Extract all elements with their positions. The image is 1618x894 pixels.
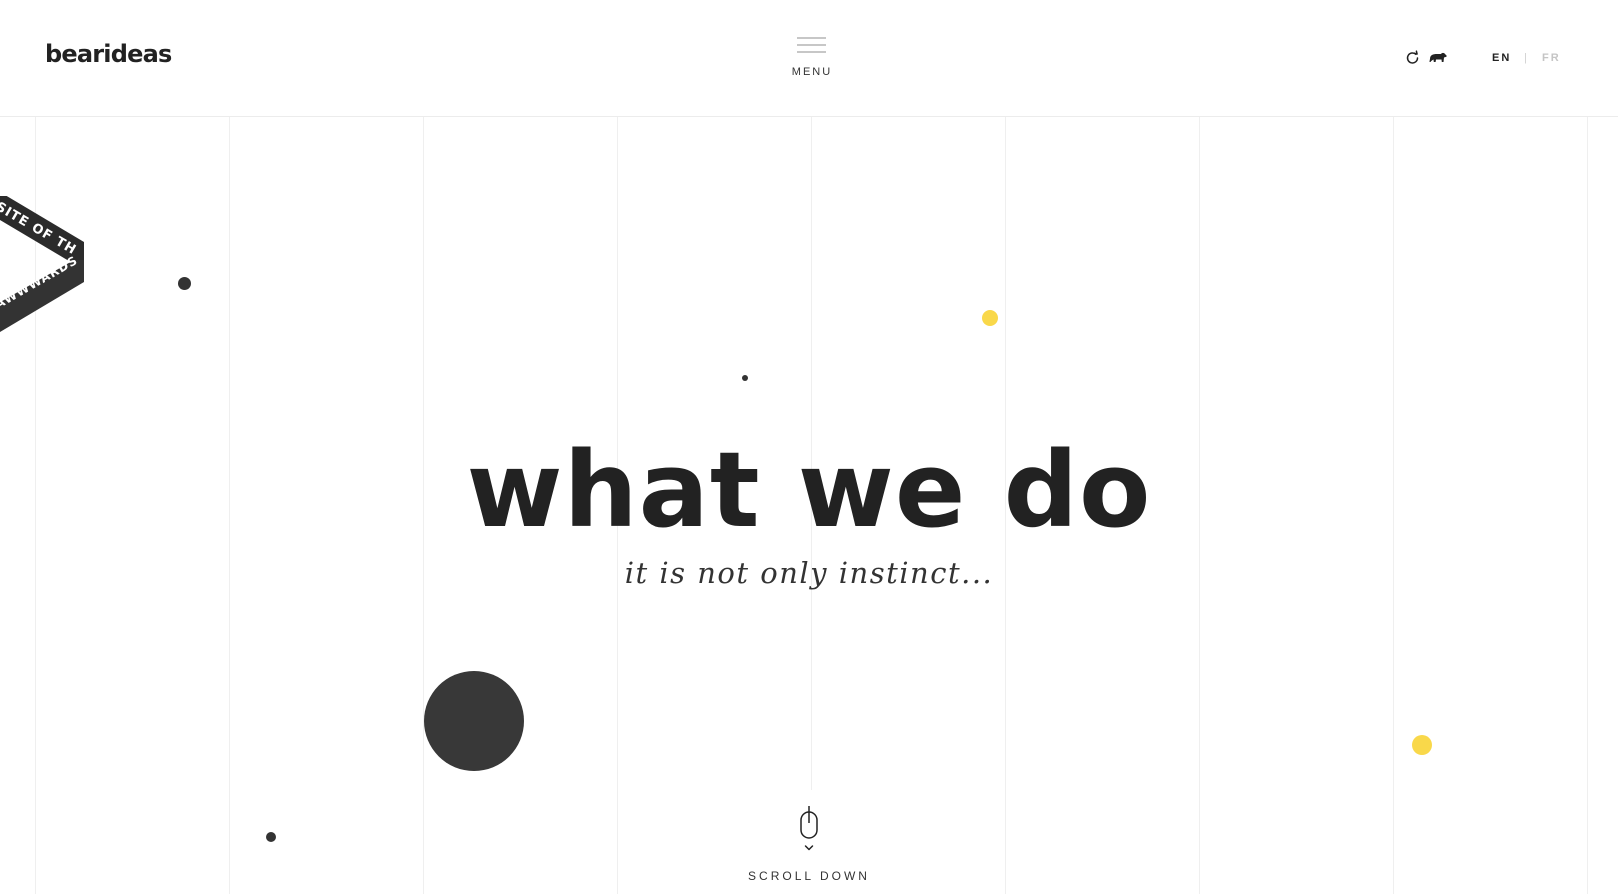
awwwards-badge[interactable]: SITE OF THE DAY AWWWARDS <box>0 185 90 336</box>
scroll-down-label: SCROLL DOWN <box>748 869 870 883</box>
bear-icon <box>1429 52 1447 62</box>
decorative-dot-yellow <box>1412 735 1432 755</box>
menu-button[interactable]: MENU <box>780 37 844 83</box>
decorative-dot-large <box>424 671 524 771</box>
scroll-down-button[interactable]: SCROLL DOWN <box>745 806 873 886</box>
decorative-dot <box>266 832 276 842</box>
decorative-dot-yellow <box>982 310 998 326</box>
menu-label: MENU <box>791 66 833 78</box>
mouse-icon <box>800 806 818 851</box>
language-en[interactable]: EN <box>1492 52 1511 64</box>
page: bearideas MENU EN | FR ITE OF TH WWWARDS… <box>0 0 1618 894</box>
logo[interactable]: bearideas <box>45 40 172 68</box>
awwwards-ribbon-icon: SITE OF THE DAY AWWWARDS <box>0 185 84 332</box>
decorative-dot <box>178 277 191 290</box>
hero-subtitle: it is not only instinct... <box>624 556 994 590</box>
hamburger-icon <box>797 37 826 57</box>
decorative-dot <box>742 375 748 381</box>
sound-toggle-button[interactable] <box>1404 49 1422 67</box>
language-separator: | <box>1524 52 1529 64</box>
sound-toggle-icon <box>1406 50 1419 64</box>
language-fr[interactable]: FR <box>1542 52 1561 64</box>
site-header: bearideas MENU EN | FR <box>0 0 1618 117</box>
hero-title: what we do <box>466 429 1152 551</box>
